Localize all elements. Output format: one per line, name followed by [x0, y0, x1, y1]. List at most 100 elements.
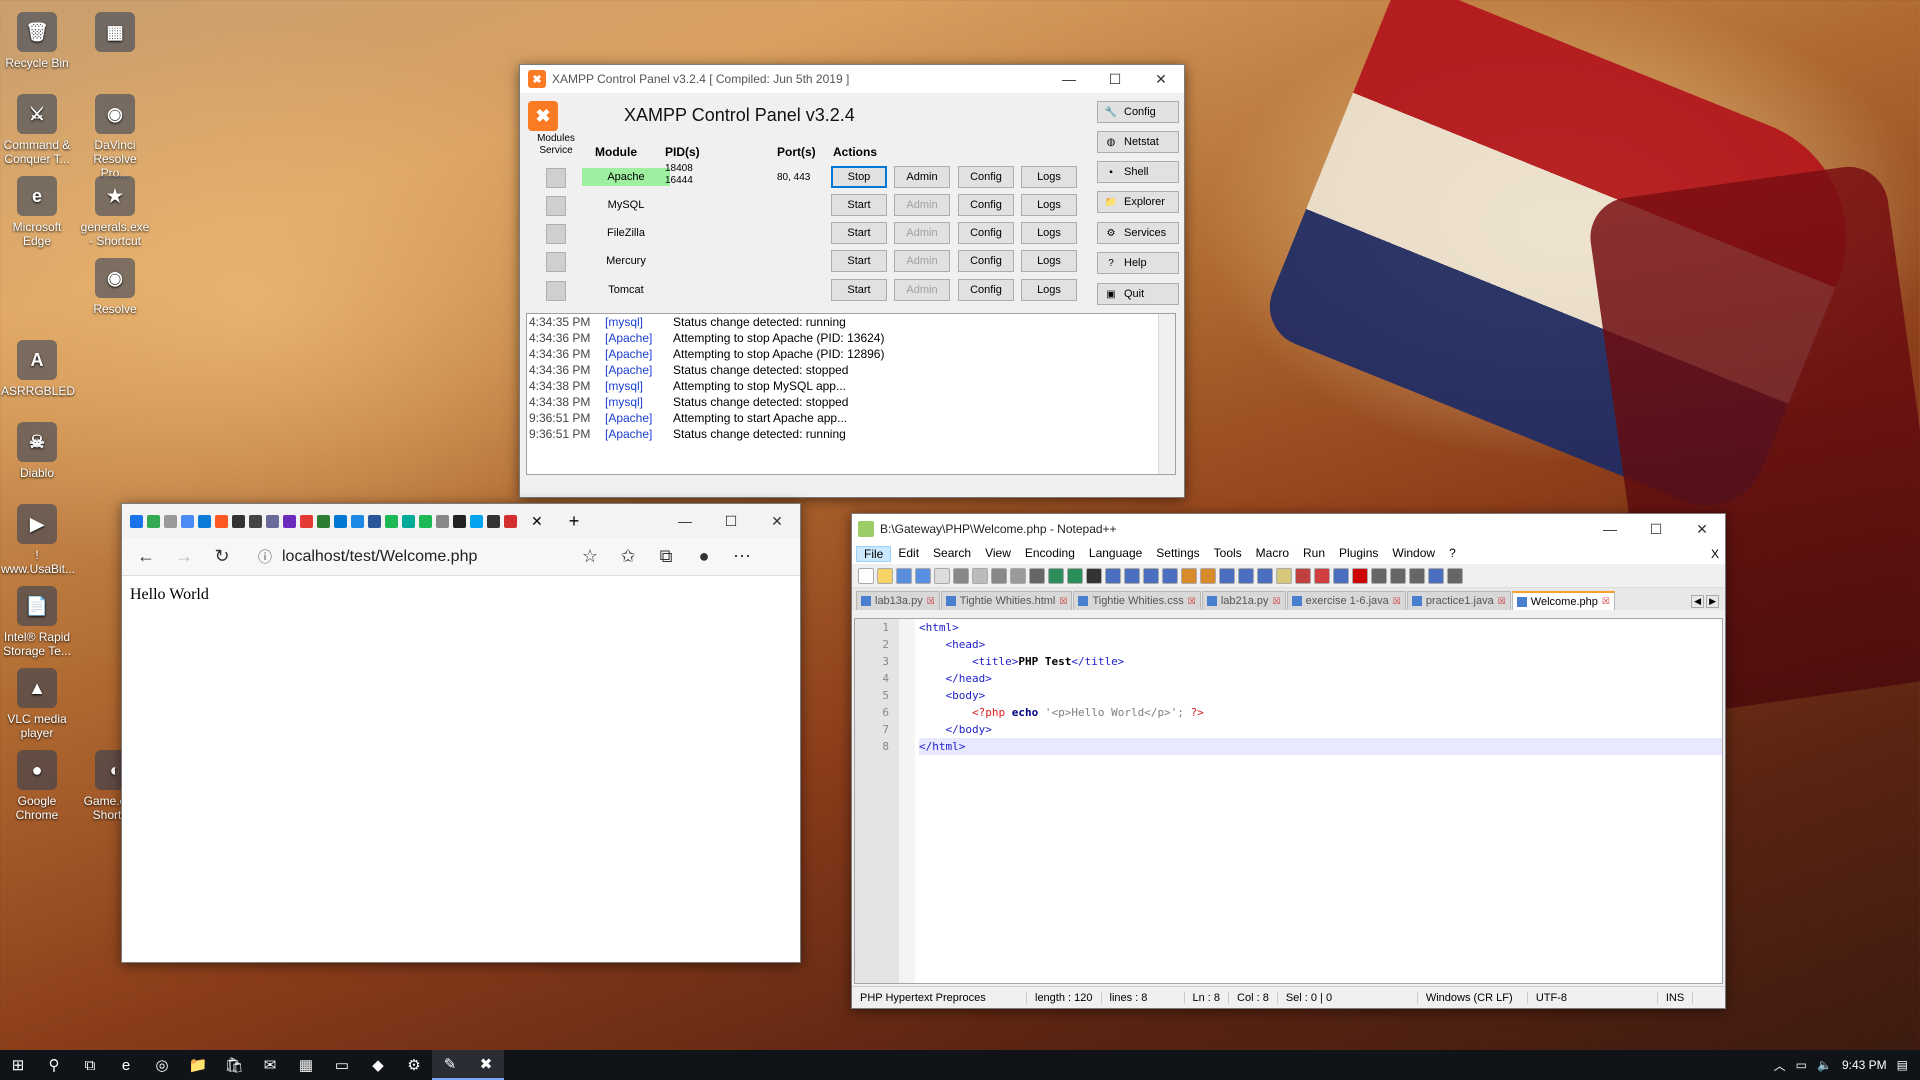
mail-icon[interactable]: ✉: [252, 1050, 288, 1080]
tab-favicon-icon[interactable]: [368, 514, 381, 528]
desktop-icon[interactable]: 📄 Intel® Rapid Storage Te...: [1, 586, 73, 658]
admin-button[interactable]: Admin: [894, 166, 950, 188]
close-document-button[interactable]: X: [1704, 547, 1725, 561]
tab-favicon-icon[interactable]: [198, 514, 211, 528]
notepadpp-icon[interactable]: ✎: [432, 1050, 468, 1080]
config-button[interactable]: Config: [958, 194, 1014, 216]
minimize-button[interactable]: —: [662, 506, 708, 536]
tab-favicon-icon[interactable]: [487, 514, 500, 528]
desktop-icon[interactable]: ▶ ! www.UsaBit...: [1, 504, 75, 576]
toolbar-button-icon[interactable]: [1276, 567, 1292, 584]
toolbar-button-icon[interactable]: [1409, 567, 1425, 584]
logs-button[interactable]: Logs: [1021, 279, 1077, 301]
tab-favicon-icon[interactable]: [470, 514, 483, 528]
log-scrollbar[interactable]: [1158, 314, 1175, 474]
toolbar-button-icon[interactable]: [1067, 567, 1083, 584]
service-checkbox[interactable]: [546, 281, 566, 301]
toolbar-button-icon[interactable]: [1333, 567, 1349, 584]
terminal-icon[interactable]: ▭: [324, 1050, 360, 1080]
tab-favicon-icon[interactable]: [317, 514, 330, 528]
tab-favicon-icon[interactable]: [504, 514, 517, 528]
maximize-button[interactable]: ☐: [1633, 514, 1679, 544]
desktop-icon[interactable]: ☠ Diablo: [1, 422, 73, 480]
refresh-icon[interactable]: ↻: [208, 543, 236, 571]
start-button[interactable]: Start: [831, 194, 887, 216]
info-icon[interactable]: ⓘ: [258, 547, 272, 567]
toolbar-button-icon[interactable]: [1390, 567, 1406, 584]
toolbar-button-icon[interactable]: [1029, 567, 1045, 584]
favorites-icon[interactable]: ✩: [614, 543, 642, 571]
config-button[interactable]: Config: [958, 166, 1014, 188]
toolbar-button-icon[interactable]: [1162, 567, 1178, 584]
vscode-icon[interactable]: ◆: [360, 1050, 396, 1080]
toolbar-button-icon[interactable]: [1124, 567, 1140, 584]
toolbar-button-icon[interactable]: [877, 567, 893, 584]
collections-icon[interactable]: ⧉: [652, 543, 680, 571]
favorite-star-icon[interactable]: ☆: [576, 543, 604, 571]
side-help-button[interactable]: ? Help: [1097, 252, 1179, 274]
toolbar-button-icon[interactable]: [1352, 567, 1368, 584]
side-config-button[interactable]: 🔧 Config: [1097, 101, 1179, 123]
menu-view[interactable]: View: [978, 546, 1018, 562]
close-tab-icon[interactable]: ☒: [1273, 596, 1281, 607]
start-button[interactable]: Start: [831, 222, 887, 244]
toolbar-button-icon[interactable]: [858, 567, 874, 584]
tab-favicon-icon[interactable]: [164, 514, 177, 528]
windows-start-icon[interactable]: ⊞: [0, 1050, 36, 1080]
toolbar-button-icon[interactable]: [1314, 567, 1330, 584]
desktop-icon[interactable]: ▲ VLC media player: [1, 668, 73, 740]
close-tab-icon[interactable]: ☒: [1393, 596, 1401, 607]
side-quit-button[interactable]: ▣ Quit: [1097, 283, 1179, 305]
back-icon[interactable]: ←: [132, 543, 160, 571]
toolbar-button-icon[interactable]: [1295, 567, 1311, 584]
settings-icon[interactable]: ⚙: [396, 1050, 432, 1080]
status-encoding[interactable]: UTF-8: [1528, 991, 1658, 1004]
tab-favicon-icon[interactable]: [402, 514, 415, 528]
logs-button[interactable]: Logs: [1021, 194, 1077, 216]
clock[interactable]: 9:43 PM: [1842, 1058, 1887, 1072]
toolbar-button-icon[interactable]: [972, 567, 988, 584]
file-tab[interactable]: practice1.java ☒: [1406, 591, 1511, 610]
close-button[interactable]: ✕: [1138, 64, 1184, 94]
toolbar-button-icon[interactable]: [1428, 567, 1444, 584]
toolbar-button-icon[interactable]: [1447, 567, 1463, 584]
desktop-icon[interactable]: ★ generals.exe - Shortcut: [79, 176, 151, 248]
search-icon[interactable]: ⚲: [36, 1050, 72, 1080]
close-tab-icon[interactable]: ☒: [927, 596, 935, 607]
logs-button[interactable]: Logs: [1021, 166, 1077, 188]
menu-run[interactable]: Run: [1296, 546, 1332, 562]
npp-title-bar[interactable]: B:\Gateway\PHP\Welcome.php - Notepad++ —…: [852, 514, 1725, 544]
start-button[interactable]: Start: [831, 250, 887, 272]
toolbar-button-icon[interactable]: [896, 567, 912, 584]
app-icon[interactable]: ▦: [288, 1050, 324, 1080]
admin-button[interactable]: Admin: [894, 250, 950, 272]
task-view-icon[interactable]: ⧉: [72, 1050, 108, 1080]
tab-favicon-icon[interactable]: [147, 514, 160, 528]
desktop-icon[interactable]: ▦: [79, 12, 151, 56]
new-tab-button[interactable]: +: [569, 511, 580, 532]
tab-favicon-icon[interactable]: [436, 514, 449, 528]
notifications-icon[interactable]: ▤: [1897, 1058, 1908, 1072]
settings-more-icon[interactable]: ⋯: [728, 543, 756, 571]
toolbar-button-icon[interactable]: [1257, 567, 1273, 584]
desktop-icon[interactable]: ⚔ Command & Conquer T...: [1, 94, 73, 166]
menu-encoding[interactable]: Encoding: [1018, 546, 1082, 562]
admin-button[interactable]: Admin: [894, 279, 950, 301]
file-tab[interactable]: Welcome.php ☒: [1511, 591, 1615, 610]
toolbar-button-icon[interactable]: [1181, 567, 1197, 584]
menu-tools[interactable]: Tools: [1207, 546, 1249, 562]
desktop-icon[interactable]: ◉ Resolve: [79, 258, 151, 316]
service-checkbox[interactable]: [546, 168, 566, 188]
xampp-icon[interactable]: ✖: [468, 1050, 504, 1080]
toolbar-button-icon[interactable]: [1086, 567, 1102, 584]
status-mode[interactable]: INS: [1658, 991, 1694, 1004]
tab-favicon-icon[interactable]: [266, 514, 279, 528]
side-explorer-button[interactable]: 📁 Explorer: [1097, 191, 1179, 213]
menu-settings[interactable]: Settings: [1149, 546, 1206, 562]
menu-edit[interactable]: Edit: [891, 546, 926, 562]
desktop-icon[interactable]: e Microsoft Edge: [1, 176, 73, 248]
file-tab[interactable]: lab21a.py ☒: [1201, 591, 1286, 610]
logs-button[interactable]: Logs: [1021, 250, 1077, 272]
menu-file[interactable]: File: [856, 546, 892, 562]
toolbar-button-icon[interactable]: [1200, 567, 1216, 584]
